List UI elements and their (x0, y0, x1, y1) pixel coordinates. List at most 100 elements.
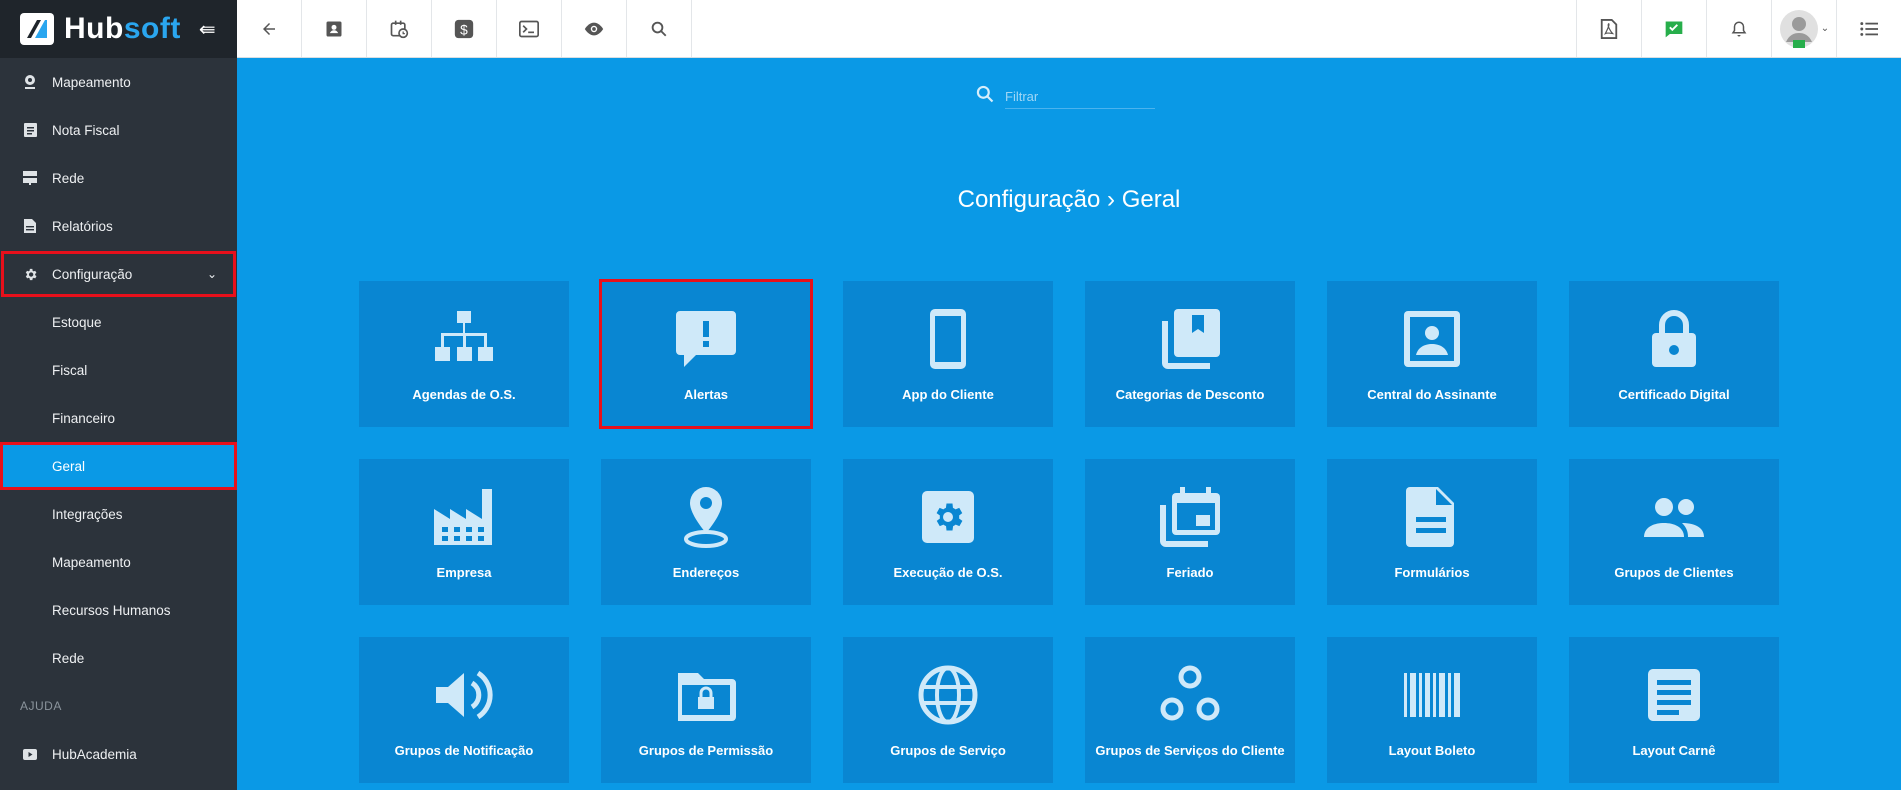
alert-message-icon (676, 311, 736, 367)
page-title: Configuração › Geral (957, 186, 1181, 213)
hubsoft-logo-icon[interactable] (20, 13, 54, 45)
card-categorias-de-desconto[interactable]: Categorias de Desconto (1085, 281, 1295, 427)
sidebar-subitem-label: Mapeamento (52, 554, 131, 570)
card-grupos-de-servicos-do-cliente[interactable]: Grupos de Serviços do Cliente (1085, 637, 1295, 783)
settings-grid: Agendas de O.S. Alertas App do Cliente C… (359, 279, 1779, 783)
card-label: Grupos de Notificação (394, 743, 534, 758)
bubbles-icon (1160, 665, 1220, 721)
card-layout-boleto[interactable]: Layout Boleto (1327, 637, 1537, 783)
factory-icon (434, 489, 492, 545)
collapse-menu-icon[interactable]: ⇚ (199, 17, 216, 42)
back-arrow-icon[interactable] (237, 0, 302, 57)
card-label: Agendas de O.S. (412, 387, 516, 402)
card-grupos-de-permissao[interactable]: Grupos de Permissão (601, 637, 811, 783)
hierarchy-icon (435, 311, 493, 361)
card-grupos-de-clientes[interactable]: Grupos de Clientes (1569, 459, 1779, 605)
sidebar-section-ajuda: AJUDA (20, 699, 62, 713)
card-certificado-digital[interactable]: Certificado Digital (1569, 281, 1779, 427)
contact-card-icon[interactable] (302, 0, 367, 57)
sidebar-subitem-estoque[interactable]: Estoque (0, 298, 237, 346)
sidebar-subitem-recursos-humanos[interactable]: Recursos Humanos (0, 586, 237, 634)
card-label: Central do Assinante (1367, 387, 1497, 402)
sidebar-subitem-label: Geral (52, 458, 86, 474)
calendar-clock-icon[interactable] (367, 0, 432, 57)
filter-input[interactable] (1005, 84, 1155, 109)
sidebar-subitem-integracoes[interactable]: Integrações (0, 490, 237, 538)
card-grupos-de-notificacao[interactable]: Grupos de Notificação (359, 637, 569, 783)
sidebar-subitem-label: Estoque (52, 314, 102, 330)
portrait-icon (1404, 311, 1460, 367)
eye-icon[interactable] (562, 0, 627, 57)
card-empresa[interactable]: Empresa (359, 459, 569, 605)
sidebar-item-rede[interactable]: Rede (0, 154, 237, 202)
list-menu-icon[interactable] (1836, 0, 1901, 57)
card-execucao-os[interactable]: Execução de O.S. (843, 459, 1053, 605)
smartphone-icon (930, 309, 966, 369)
sidebar-subitem-mapeamento[interactable]: Mapeamento (0, 538, 237, 586)
pdf-icon[interactable] (1576, 0, 1641, 57)
sidebar-item-label: Mapeamento (52, 74, 131, 90)
brand-header: Hubsoft ⇚ (0, 0, 237, 58)
card-label: Formulários (1394, 565, 1470, 580)
sidebar-item-label: Relatórios (52, 218, 113, 234)
card-label: Layout Boleto (1388, 743, 1476, 758)
chevron-down-icon: ⌄ (206, 267, 217, 281)
sidebar-subitem-financeiro[interactable]: Financeiro (0, 394, 237, 442)
card-label: Grupos de Permissão (638, 743, 774, 758)
sidebar-item-mapeamento[interactable]: Mapeamento (0, 58, 237, 106)
brand-name: Hubsoft (64, 12, 181, 46)
document-icon (22, 122, 38, 138)
search-icon[interactable] (627, 0, 692, 57)
card-app-do-cliente[interactable]: App do Cliente (843, 281, 1053, 427)
card-agendas-os[interactable]: Agendas de O.S. (359, 281, 569, 427)
chat-check-icon[interactable] (1641, 0, 1706, 57)
chevron-down-icon: ⌄ (1820, 23, 1830, 34)
card-feriado[interactable]: Feriado (1085, 459, 1295, 605)
card-central-do-assinante[interactable]: Central do Assinante (1327, 281, 1537, 427)
card-label: Grupos de Serviço (890, 743, 1006, 758)
text-page-icon (1648, 669, 1700, 721)
svg-text:$: $ (460, 22, 468, 37)
sidebar-subitem-geral[interactable]: Geral (0, 442, 237, 490)
card-formularios[interactable]: Formulários (1327, 459, 1537, 605)
bookmark-stack-icon (1162, 309, 1220, 369)
terminal-icon[interactable] (497, 0, 562, 57)
map-pin-icon (22, 74, 38, 90)
sidebar-item-nota-fiscal[interactable]: Nota Fiscal (0, 106, 237, 154)
card-label: Certificado Digital (1618, 387, 1730, 402)
sidebar: Hubsoft ⇚ Mapeamento Nota Fiscal Rede Re… (0, 0, 237, 790)
sidebar-subitem-rede[interactable]: Rede (0, 634, 237, 682)
card-grupos-de-servico[interactable]: Grupos de Serviço (843, 637, 1053, 783)
card-label: Grupos de Serviços do Cliente (1095, 743, 1285, 758)
card-alertas[interactable]: Alertas (599, 279, 813, 429)
calendar-stack-icon (1160, 487, 1220, 547)
sidebar-item-hubacademia[interactable]: HubAcademia (0, 730, 237, 778)
card-layout-carne[interactable]: Layout Carnê (1569, 637, 1779, 783)
play-icon (22, 746, 38, 762)
brand-name-part: Hub (64, 12, 124, 45)
toolbar-right-group: ⌄ (1576, 0, 1901, 57)
card-label: App do Cliente (902, 387, 994, 402)
sidebar-item-label: Rede (52, 170, 85, 186)
card-label: Alertas (683, 387, 729, 402)
main-content: Configuração › Geral Agendas de O.S. Ale… (237, 58, 1901, 790)
bell-icon[interactable] (1706, 0, 1771, 57)
filter-bar (975, 84, 1155, 109)
settings-box-icon (922, 491, 974, 543)
report-icon (22, 218, 38, 234)
dollar-icon[interactable]: $ (432, 0, 497, 57)
card-label: Layout Carnê (1632, 743, 1716, 758)
barcode-icon (1404, 673, 1460, 717)
sidebar-item-relatorios[interactable]: Relatórios (0, 202, 237, 250)
sidebar-subitem-fiscal[interactable]: Fiscal (0, 346, 237, 394)
card-enderecos[interactable]: Endereços (601, 459, 811, 605)
globe-icon (918, 665, 978, 725)
server-icon (22, 170, 38, 186)
sidebar-subitem-label: Fiscal (52, 362, 88, 378)
sidebar-item-configuracao[interactable]: Configuração ⌄ (0, 250, 237, 298)
sidebar-subitem-label: Recursos Humanos (52, 602, 171, 618)
card-label: Categorias de Desconto (1115, 387, 1265, 402)
sidebar-subitem-label: Financeiro (52, 410, 116, 426)
avatar[interactable]: ⌄ (1771, 0, 1836, 57)
gear-icon (22, 266, 38, 282)
